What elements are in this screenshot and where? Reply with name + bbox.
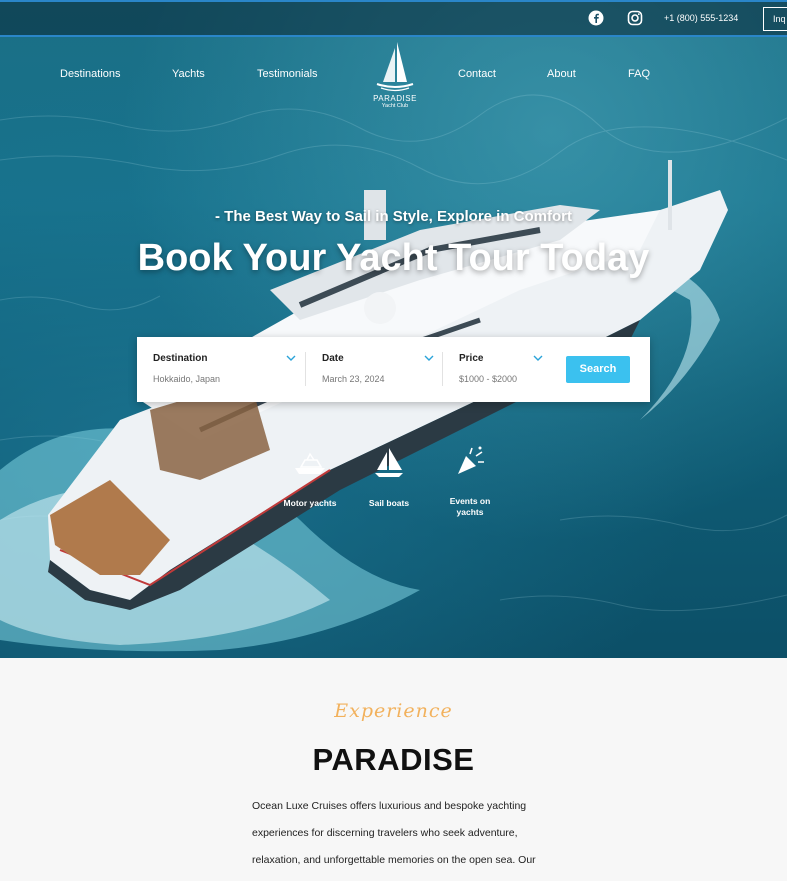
price-label: Price — [459, 353, 484, 364]
logo[interactable]: PARADISE Yacht Club — [367, 38, 423, 114]
category-events[interactable]: Events on yachts — [444, 446, 496, 518]
destination-label: Destination — [153, 353, 208, 364]
nav-about[interactable]: About — [547, 68, 576, 80]
intro-paragraph-line: experiences for discerning travelers who… — [252, 827, 518, 839]
logo-name: PARADISE — [373, 94, 417, 103]
sailboat-icon — [375, 448, 403, 477]
search-button[interactable]: Search — [566, 356, 630, 383]
hero-tagline: - The Best Way to Sail in Style, Explore… — [215, 208, 572, 225]
section-title: PARADISE — [312, 742, 475, 777]
date-select[interactable]: Date March 23, 2024 — [322, 337, 437, 402]
chevron-down-icon — [286, 355, 296, 361]
nav-yachts[interactable]: Yachts — [172, 68, 205, 80]
instagram-icon[interactable] — [627, 10, 643, 26]
nav-destinations[interactable]: Destinations — [60, 68, 121, 80]
experience-script-title: Experience — [334, 700, 453, 722]
nav-testimonials[interactable]: Testimonials — [257, 68, 318, 80]
phone-number[interactable]: +1 (800) 555-1234 — [664, 13, 738, 23]
destination-select[interactable]: Destination Hokkaido, Japan — [153, 337, 303, 402]
party-popper-icon — [458, 446, 484, 474]
category-label: Sail boats — [368, 498, 410, 508]
logo-subtitle: Yacht Club — [381, 103, 409, 109]
date-value: March 23, 2024 — [322, 374, 385, 384]
category-label: Motor yachts — [283, 498, 337, 508]
category-motor-yachts[interactable]: Motor yachts — [280, 450, 340, 508]
facebook-icon[interactable] — [588, 10, 604, 26]
motor-yacht-icon — [295, 452, 325, 474]
field-divider — [442, 352, 443, 386]
sailboat-logo-icon — [376, 42, 414, 92]
category-label: Events on yachts — [449, 496, 491, 517]
hero-section: +1 (800) 555-1234 Inq Destinations Yacht… — [0, 0, 787, 658]
category-sail-boats[interactable]: Sail boats — [360, 446, 418, 508]
destination-value: Hokkaido, Japan — [153, 374, 221, 384]
price-value: $1000 - $2000 — [459, 374, 518, 384]
inquire-button[interactable]: Inq — [763, 7, 787, 31]
nav-faq[interactable]: FAQ — [628, 68, 650, 80]
booking-search-form: Destination Hokkaido, Japan Date March 2… — [137, 337, 650, 402]
chevron-down-icon — [533, 355, 543, 361]
date-label: Date — [322, 353, 344, 364]
intro-paragraph-line: relaxation, and unforgettable memories o… — [252, 854, 536, 866]
field-divider — [305, 352, 306, 386]
top-bar: +1 (800) 555-1234 Inq — [0, 0, 787, 37]
nav-contact[interactable]: Contact — [458, 68, 496, 80]
price-select[interactable]: Price $1000 - $2000 — [459, 337, 554, 402]
chevron-down-icon — [424, 355, 434, 361]
hero-headline: Book Your Yacht Tour Today — [137, 237, 650, 279]
intro-paragraph-line: Ocean Luxe Cruises offers luxurious and … — [252, 800, 527, 812]
